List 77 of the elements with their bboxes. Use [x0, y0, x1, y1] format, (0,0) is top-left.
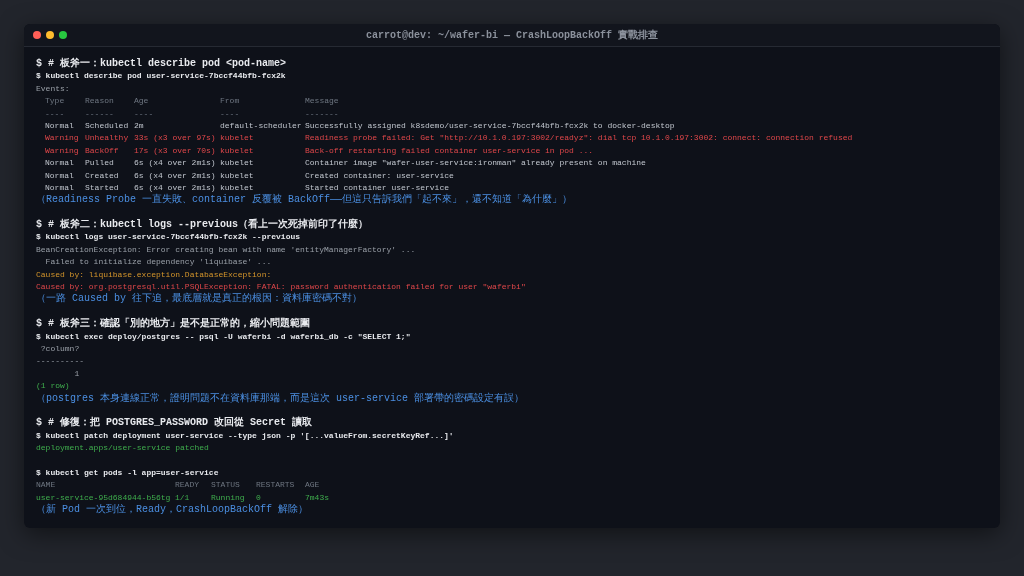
- output-line: Failed to initialize dependency 'liquibase' ...: [44, 257, 272, 267]
- output-line: 1: [73, 368, 80, 378]
- table-cell-text: STATUS: [211, 479, 241, 492]
- table-cell-text: default-scheduler: [220, 119, 303, 132]
- table-cell-text: 6s (x4 over 2m1s): [134, 157, 217, 170]
- table-cell-text: kubelet: [220, 169, 255, 182]
- output-line: BeanCreationException: Error creating bean with name 'entityManagerFactory' ...: [36, 244, 416, 254]
- table-cell-text: 17s (x3 over 70s): [134, 144, 217, 157]
- note-line: （postgres 本身連線正常，證明問題不在資料庫那端，而是這次 user-service 部署帶的密碼設定有誤）: [36, 392, 525, 404]
- table-cell-text: Successfully assigned k8sdemo/user-service-7bccf44bfb-fcx2k to docker-desktop: [305, 119, 676, 132]
- table-cell-text: kubelet: [220, 157, 255, 170]
- table-cell-text: kubelet: [220, 132, 255, 145]
- comment-line: $ # 修復：把 POSTGRES_PASSWORD 改回從 Secret 讀取: [36, 417, 313, 429]
- table-cell-text: RESTARTS: [256, 479, 296, 492]
- success-line: (1 row): [36, 381, 70, 391]
- table-cell-text: -------: [305, 107, 340, 120]
- command-line: $ kubectl patch deployment user-service --type json -p '[...valueFrom.secretKeyRef...]': [36, 430, 454, 440]
- table-cell-text: 33s (x3 over 97s): [134, 132, 217, 145]
- table-cell-text: Created container: user-service: [305, 169, 455, 182]
- table-cell-text: 1/1: [175, 491, 191, 504]
- table-cell-text: Unhealthy: [85, 132, 130, 145]
- close-button[interactable]: [33, 31, 41, 39]
- comment-line: $ # 板斧三：確認「別的地方」是不是正常的，縮小問題範圍: [36, 318, 310, 330]
- table-cell-text: Container image "wafer-user-service:ironman" already present on machine: [305, 157, 647, 170]
- table-cell-text: READY: [175, 479, 200, 492]
- table-cell-text: Normal: [45, 119, 75, 132]
- table-cell-text: AGE: [305, 479, 321, 492]
- table-cell-text: Readiness probe failed: Get "http://10.1.0.197:3002/readyz": dial tcp 10.1.0.197:3002: connect: connection refused: [305, 132, 854, 145]
- table-cell-text: BackOff: [85, 144, 120, 157]
- table-cell-text: ------: [85, 107, 115, 120]
- table-cell-text: 0: [256, 491, 262, 504]
- table-cell-text: Message: [305, 95, 340, 108]
- table-cell-text: Reason: [85, 95, 115, 108]
- table-cell-text: Normal: [45, 169, 75, 182]
- minimize-button[interactable]: [46, 31, 54, 39]
- table-cell-text: Warning: [45, 132, 80, 145]
- output-line: ----------: [36, 356, 84, 366]
- table-cell-text: 6s (x4 over 2m1s): [134, 169, 217, 182]
- note-line: （Readiness Probe 一直失敗、container 反覆被 BackOff——但這只告訴我們「起不來」，還不知道「為什麼」）: [36, 194, 573, 206]
- table-cell-text: Normal: [45, 157, 75, 170]
- table-cell-text: ----: [45, 107, 66, 120]
- table-cell-text: user-service-95d684944-b56tg: [36, 491, 172, 503]
- note-line: （一路 Caused by 往下追，最底層就是真正的根因：資料庫密碼不對）: [36, 293, 362, 305]
- table-cell-text: 6s (x4 over 2m1s): [134, 181, 217, 194]
- command-line: $ kubectl logs user-service-7bccf44bfb-fcx2k --previous: [36, 232, 301, 242]
- table-cell-text: ----: [134, 107, 155, 120]
- table-cell-text: kubelet: [220, 181, 255, 194]
- table-cell-text: Age: [134, 95, 150, 108]
- maximize-button[interactable]: [59, 31, 67, 39]
- command-line: $ kubectl get pods -l app=user-service: [36, 467, 219, 477]
- table-cell-text: ----: [220, 107, 241, 120]
- output-line: Events:: [36, 83, 70, 93]
- comment-line: $ # 板斧二：kubectl logs --previous（看上一次死掉前印了什麼）: [36, 219, 369, 231]
- table-cell-text: Type: [45, 95, 66, 108]
- note-line: （新 Pod 一次到位，Ready，CrashLoopBackOff 解除）: [36, 504, 309, 516]
- table-cell-text: Normal: [45, 181, 75, 194]
- table-cell-text: NAME: [36, 479, 57, 492]
- table-cell-text: Created: [85, 169, 120, 182]
- comment-line: $ # 板斧一：kubectl describe pod <pod-name>: [36, 58, 287, 69]
- error-line: Caused by: org.postgresql.util.PSQLException: FATAL: password authentication failed for user "waferbi": [36, 282, 526, 292]
- table-cell-text: Pulled: [85, 157, 115, 170]
- table-cell-text: From: [220, 95, 241, 108]
- table-cell-text: Running: [211, 491, 246, 504]
- window-title: carrot@dev: ~/wafer-bi — CrashLoopBackOff 實戰排查: [365, 28, 658, 42]
- success-line: deployment.apps/user-service patched: [36, 443, 209, 453]
- table-cell-text: 2m: [134, 119, 145, 132]
- table-cell-text: kubelet: [220, 144, 255, 157]
- table-cell-text: 7m43s: [305, 491, 330, 504]
- table-cell-text: Back-off restarting failed container user-service in pod ...: [305, 144, 595, 157]
- output-line: ?column?: [39, 344, 80, 353]
- command-line: $ kubectl exec deploy/postgres -- psql -U waferbi -d waferbi_db -c "SELECT 1;": [36, 331, 411, 341]
- warning-line: Caused by: liquibase.exception.DatabaseException:: [36, 269, 272, 279]
- command-line: $ kubectl describe pod user-service-7bccf44bfb-fcx2k: [36, 71, 286, 81]
- table-cell-text: Started container user-service: [305, 181, 451, 193]
- table-cell-text: Started: [85, 181, 120, 194]
- table-cell-text: Scheduled: [85, 119, 130, 132]
- table-cell-text: Warning: [45, 144, 80, 157]
